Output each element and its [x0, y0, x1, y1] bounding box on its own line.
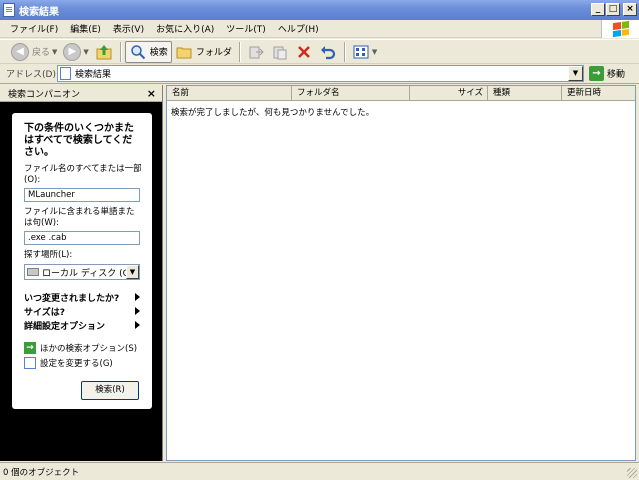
column-header-size[interactable]: サイズ: [410, 86, 488, 101]
empty-results-message: 検索が完了しましたが、何も見つかりませんでした。: [171, 108, 375, 118]
change-preferences-label: 設定を変更する(G): [40, 358, 113, 369]
filename-input[interactable]: MLauncher: [24, 188, 140, 202]
move-to-button[interactable]: [244, 41, 268, 63]
menu-bar: ファイル(F) 編集(E) 表示(V) お気に入り(A) ツール(T) ヘルプ(…: [0, 20, 639, 38]
what-size-label: サイズは?: [24, 307, 65, 318]
menu-edit[interactable]: 編集(E): [70, 22, 101, 35]
words-label: ファイルに含まれる単語または句(W):: [24, 207, 135, 228]
title-bar: 検索結果 _ □ ×: [0, 0, 639, 20]
look-in-select[interactable]: ローカル ディスク (C:) ▼: [24, 264, 140, 280]
advanced-options-expander[interactable]: 詳細設定オプション: [24, 318, 140, 332]
search-results-window-icon: [3, 3, 15, 17]
delete-button[interactable]: [292, 41, 316, 63]
pane-title: 検索コンパニオン: [8, 89, 81, 100]
other-search-options-label: ほかの検索オプション(S): [40, 343, 138, 354]
search-button[interactable]: 検索: [124, 40, 172, 63]
filename-label: ファイル名のすべてまたは一部(O):: [24, 164, 142, 185]
when-modified-expander[interactable]: いつ変更されましたか?: [24, 290, 140, 304]
close-button[interactable]: ×: [623, 3, 637, 16]
copy-to-button[interactable]: [268, 41, 292, 63]
back-button[interactable]: ◀ 戻る ▼: [8, 41, 60, 63]
search-label: 検索: [149, 48, 168, 58]
toolbar-separator: [238, 41, 240, 62]
search-criteria-card: 下の条件のいくつかまたはすべてで検索してください。 ファイル名のすべてまたは一部…: [12, 113, 152, 409]
toolbar: ◀ 戻る ▼ ▶ ▼ 検索 フォルダ ▼: [0, 39, 639, 64]
back-dropdown-icon[interactable]: ▼: [52, 48, 57, 56]
minimize-button[interactable]: _: [591, 3, 605, 16]
status-text: 0 個のオブジェクト: [3, 467, 80, 478]
search-heading: 下の条件のいくつかまたはすべてで検索してください。: [24, 123, 134, 158]
folders-icon: [175, 43, 193, 61]
pane-close-icon[interactable]: ×: [147, 87, 156, 100]
other-search-options-link[interactable]: → ほかの検索オプション(S): [24, 340, 142, 355]
address-label: アドレス(D): [6, 70, 56, 80]
expand-arrow-icon: [135, 307, 140, 315]
undo-arrow-icon: [319, 43, 337, 61]
status-bar: 0 個のオブジェクト: [0, 462, 639, 480]
search-results-icon: [60, 67, 71, 80]
window-controls: _ □ ×: [591, 3, 637, 16]
what-size-expander[interactable]: サイズは?: [24, 304, 140, 318]
up-folder-button[interactable]: [92, 41, 116, 63]
expand-arrow-icon: [135, 321, 140, 329]
back-arrow-icon: ◀: [11, 42, 29, 61]
address-dropdown-icon[interactable]: ▼: [568, 66, 583, 81]
delete-x-icon: [295, 43, 313, 61]
forward-button[interactable]: ▶ ▼: [60, 41, 91, 63]
menu-file[interactable]: ファイル(F): [10, 22, 58, 35]
search-submit-button[interactable]: 検索(R): [81, 381, 139, 400]
address-input[interactable]: 検索結果 ▼: [57, 65, 584, 82]
move-to-icon: [247, 43, 265, 61]
menu-help[interactable]: ヘルプ(H): [278, 22, 319, 35]
toolbar-separator: [343, 41, 345, 62]
views-button[interactable]: ▼: [349, 41, 380, 63]
list-header: 名前 フォルダ名 サイズ 種類 更新日時: [167, 86, 635, 101]
advanced-options-label: 詳細設定オプション: [24, 321, 106, 332]
local-disk-icon: [27, 268, 39, 276]
change-preferences-link[interactable]: 設定を変更する(G): [24, 355, 142, 370]
search-companion-pane: 検索コンパニオン × 下の条件のいくつかまたはすべてで検索してください。 ファイ…: [0, 85, 163, 461]
up-folder-icon: [95, 43, 113, 61]
views-dropdown-icon[interactable]: ▼: [372, 48, 377, 56]
preferences-document-icon: [24, 356, 36, 369]
back-label: 戻る: [32, 48, 51, 58]
green-arrow-icon: →: [24, 341, 36, 354]
go-arrow-icon: →: [589, 66, 604, 81]
look-in-dropdown-icon[interactable]: ▼: [126, 265, 139, 279]
resize-grip-icon[interactable]: [627, 468, 637, 478]
menu-favorites[interactable]: お気に入り(A): [156, 22, 214, 35]
window-title: 検索結果: [19, 6, 59, 18]
undo-button[interactable]: [316, 41, 340, 63]
column-header-folder[interactable]: フォルダ名: [292, 86, 410, 101]
go-button[interactable]: → 移動: [589, 66, 625, 81]
address-value: 検索結果: [75, 70, 112, 80]
words-input[interactable]: .exe .cab: [24, 231, 140, 245]
maximize-button[interactable]: □: [606, 3, 620, 16]
expand-arrow-icon: [135, 293, 140, 301]
look-in-label: 探す場所(L):: [24, 250, 73, 260]
pane-header: 検索コンパニオン ×: [0, 85, 162, 102]
column-header-type[interactable]: 種類: [488, 86, 562, 101]
folders-button[interactable]: フォルダ: [172, 41, 235, 63]
results-list-view: 名前 フォルダ名 サイズ 種類 更新日時 検索が完了しましたが、何も見つかりませ…: [166, 85, 636, 461]
column-header-name[interactable]: 名前: [167, 86, 292, 101]
look-in-value: ローカル ディスク (C:): [42, 268, 136, 279]
windows-flag-icon: [612, 20, 629, 38]
forward-arrow-icon: ▶: [63, 42, 82, 61]
copy-to-icon: [271, 43, 289, 61]
column-header-modified[interactable]: 更新日時: [562, 86, 635, 101]
menu-view[interactable]: 表示(V): [113, 22, 144, 35]
forward-dropdown-icon[interactable]: ▼: [83, 48, 88, 56]
magnifier-icon: [129, 43, 147, 61]
folders-label: フォルダ: [195, 48, 232, 58]
when-modified-label: いつ変更されましたか?: [24, 293, 120, 304]
toolbar-separator: [119, 41, 121, 62]
windows-logo: [601, 20, 639, 38]
address-bar: アドレス(D) 検索結果 ▼ → 移動: [0, 64, 639, 84]
menu-tools[interactable]: ツール(T): [226, 22, 266, 35]
views-icon: [352, 43, 370, 61]
go-label: 移動: [607, 70, 626, 80]
